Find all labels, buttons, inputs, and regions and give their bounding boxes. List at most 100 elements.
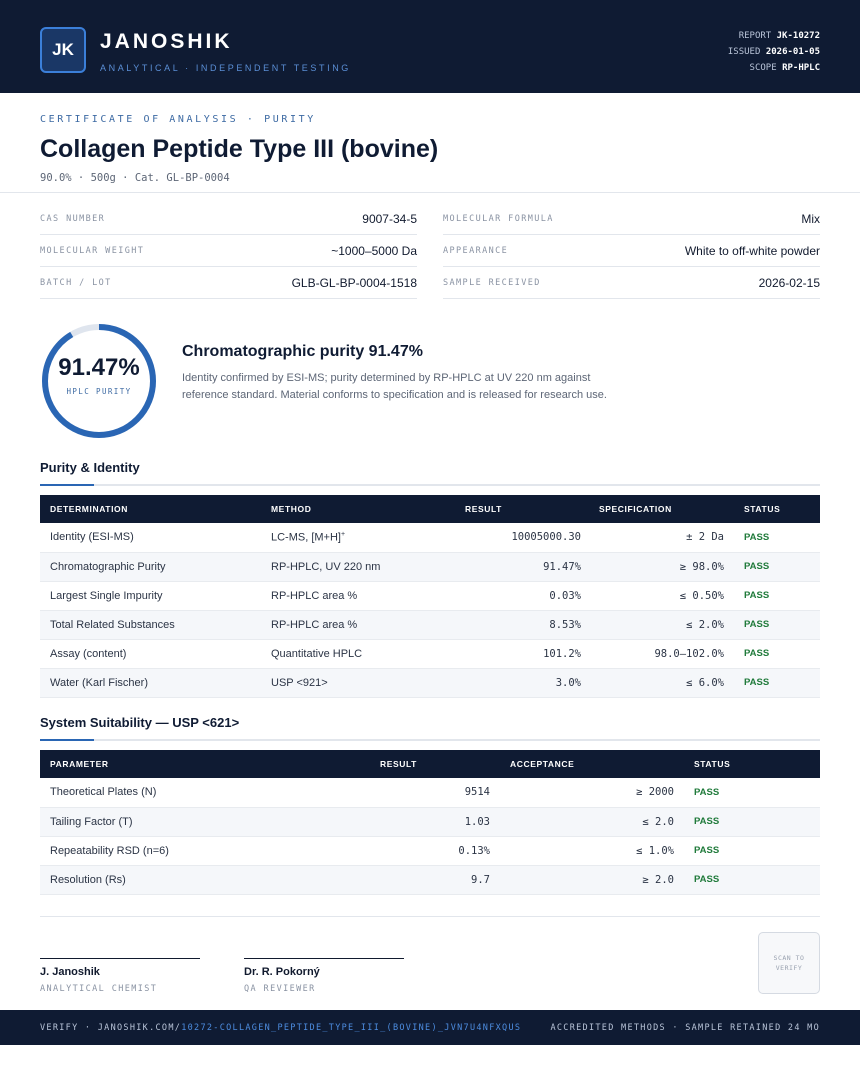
purity-value: 91.47% [58, 354, 140, 381]
report-number: JK-10272 [776, 31, 820, 41]
method-text: LC-MS, [M+H] [271, 531, 341, 544]
specification-cell: 98.0–102.0% [591, 639, 734, 669]
status-badge: PASS [734, 552, 820, 582]
status-badge: PASS [684, 778, 820, 808]
status-badge: PASS [684, 807, 820, 837]
table-row: Tailing Factor (T) 1.03 ≤ 2.0 PASS [40, 807, 820, 837]
table-row: Theoretical Plates (N) 9514 ≥ 2000 PASS [40, 778, 820, 808]
table-header-row: DETERMINATION METHOD RESULT SPECIFICATIO… [40, 495, 820, 523]
info-row-formula: MOLECULAR FORMULA Mix [443, 203, 820, 235]
result-cell: 0.03% [431, 581, 591, 611]
qr-code-placeholder[interactable]: SCAN TO VERIFY [758, 932, 820, 994]
result-cell: 8.53% [431, 610, 591, 640]
summary-text: Identity confirmed by ESI-MS; purity det… [182, 372, 607, 401]
specification-cell: ± 2 Da [591, 523, 734, 553]
footer-note: ACCREDITED METHODS · SAMPLE RETAINED 24 … [550, 1023, 820, 1033]
footer-verify: VERIFY · JANOSHIK.COM/10272-COLLAGEN_PEP… [40, 1023, 521, 1033]
result-cell: 3.0% [431, 668, 591, 698]
info-label: APPEARANCE [443, 245, 509, 256]
info-label: BATCH / LOT [40, 277, 112, 288]
scope-label: SCOPE [749, 63, 777, 73]
info-value: 2026-02-15 [758, 275, 820, 290]
signature-role: ANALYTICAL CHEMIST [40, 984, 158, 994]
signature-line [244, 958, 404, 959]
determination-cell: Assay (content) [40, 639, 261, 669]
info-value: ~1000–5000 Da [331, 243, 417, 258]
result-cell: 0.13% [370, 836, 500, 866]
method-cell: USP <921> [261, 668, 431, 698]
certificate-eyebrow: CERTIFICATE OF ANALYSIS · PURITY [40, 114, 316, 125]
info-label: CAS NUMBER [40, 213, 106, 224]
info-row-appearance: APPEARANCE White to off-white powder [443, 235, 820, 267]
brand-name: JANOSHIK [100, 30, 233, 53]
table-row: Chromatographic Purity RP-HPLC, UV 220 n… [40, 552, 820, 582]
table-row: Assay (content) Quantitative HPLC 101.2%… [40, 639, 820, 669]
status-badge: PASS [684, 865, 820, 895]
status-badge: PASS [734, 581, 820, 611]
acceptance-cell: ≥ 2.0 [500, 865, 684, 895]
table-row: Resolution (Rs) 9.7 ≥ 2.0 PASS [40, 865, 820, 895]
signature-line [40, 958, 200, 959]
result-cell: 9514 [370, 778, 500, 808]
info-row-cas: CAS NUMBER 9007-34-5 [40, 203, 417, 235]
info-label: MOLECULAR WEIGHT [40, 245, 145, 256]
column-header: ACCEPTANCE [510, 759, 575, 769]
status-badge: PASS [734, 639, 820, 669]
purity-table: DETERMINATION METHOD RESULT SPECIFICATIO… [40, 495, 820, 698]
footer-bar: VERIFY · JANOSHIK.COM/10272-COLLAGEN_PEP… [0, 1010, 860, 1045]
suitability-table: PARAMETER RESULT ACCEPTANCE STATUS Theor… [40, 750, 820, 895]
result-cell: 101.2% [431, 639, 591, 669]
brand-tagline: ANALYTICAL · INDEPENDENT TESTING [100, 63, 351, 73]
method-superscript: + [340, 530, 346, 538]
acceptance-cell: ≤ 2.0 [500, 807, 684, 837]
section-rule-accent [40, 739, 94, 741]
column-header: STATUS [744, 504, 781, 514]
title-divider [0, 192, 860, 193]
acceptance-cell: ≤ 1.0% [500, 836, 684, 866]
purity-label: HPLC PURITY [66, 387, 132, 396]
determination-cell: Water (Karl Fischer) [40, 668, 261, 698]
method-cell: LC-MS, [M+H]+ [261, 523, 431, 553]
header-bar: JK JANOSHIK ANALYTICAL · INDEPENDENT TES… [0, 0, 860, 93]
table-row: Repeatability RSD (n=6) 0.13% ≤ 1.0% PAS… [40, 836, 820, 866]
report-label: REPORT [738, 31, 772, 41]
signature-name: J. Janoshik [40, 966, 100, 978]
issued-date: 2026-01-05 [765, 47, 820, 57]
section-title-suitability: System Suitability — USP <621> [40, 715, 240, 730]
determination-cell: Largest Single Impurity [40, 581, 261, 611]
acceptance-cell: ≥ 2000 [500, 778, 684, 808]
info-label: SAMPLE RECEIVED [443, 277, 541, 288]
info-row-batch: BATCH / LOT GLB-GL-BP-0004-1518 [40, 267, 417, 299]
result-cell: 91.47% [431, 552, 591, 582]
report-meta: REPORT JK-10272 ISSUED 2026-01-05 SCOPE … [728, 28, 820, 76]
logo-badge: JK [40, 27, 86, 73]
column-header: STATUS [694, 759, 731, 769]
info-value: GLB-GL-BP-0004-1518 [291, 275, 417, 290]
page-title: Collagen Peptide Type III (bovine) [40, 135, 439, 163]
signature-role: QA REVIEWER [244, 984, 316, 994]
table-row: Largest Single Impurity RP-HPLC area % 0… [40, 581, 820, 611]
section-rule [40, 484, 820, 486]
specification-cell: ≤ 0.50% [591, 581, 734, 611]
parameter-cell: Repeatability RSD (n=6) [40, 836, 370, 866]
issued-label: ISSUED [727, 47, 761, 57]
column-header: METHOD [271, 504, 312, 514]
method-cell: RP-HPLC, UV 220 nm [261, 552, 431, 582]
section-rule-accent [40, 484, 94, 486]
determination-cell: Total Related Substances [40, 610, 261, 640]
signature-name: Dr. R. Pokorný [244, 966, 320, 978]
scope-value: RP-HPLC [782, 63, 820, 73]
table-row: Identity (ESI-MS) LC-MS, [M+H]+ 10005000… [40, 523, 820, 553]
status-badge: PASS [684, 836, 820, 866]
verify-link[interactable]: 10272-COLLAGEN_PEPTIDE_TYPE_III_(BOVINE)… [181, 1023, 521, 1033]
result-cell: 10005000.30 [431, 523, 591, 553]
specification-cell: ≤ 2.0% [591, 610, 734, 640]
table-row: Water (Karl Fischer) USP <921> 3.0% ≤ 6.… [40, 668, 820, 698]
table-header-row: PARAMETER RESULT ACCEPTANCE STATUS [40, 750, 820, 778]
summary-title: Chromatographic purity 91.47% [182, 343, 423, 360]
product-subline: 90.0% · 500g · Cat. GL-BP-0004 [40, 172, 230, 184]
info-value: White to off-white powder [684, 243, 820, 258]
info-value: 9007-34-5 [362, 211, 417, 226]
method-cell: RP-HPLC area % [261, 581, 431, 611]
parameter-cell: Tailing Factor (T) [40, 807, 370, 837]
